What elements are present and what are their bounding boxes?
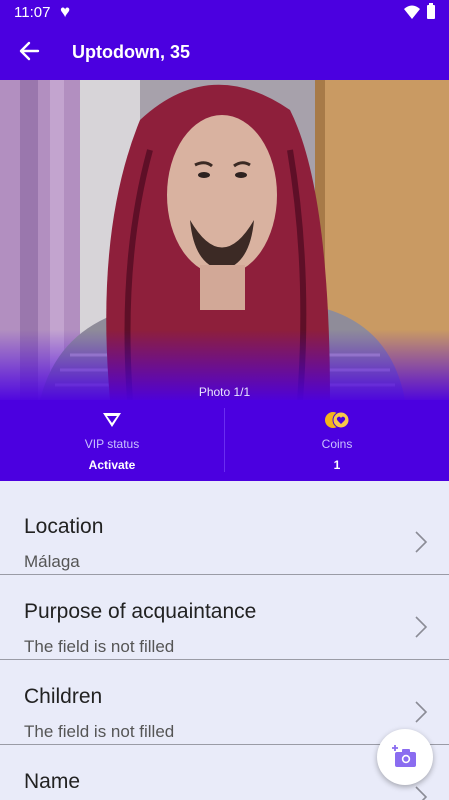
field-purpose[interactable]: Purpose of acquaintance The field is not… [0, 575, 449, 660]
add-photo-camera-icon [392, 745, 416, 767]
profile-photo[interactable]: Photo 1/1 [0, 80, 449, 400]
vip-diamond-icon [103, 413, 121, 427]
back-arrow-icon[interactable] [18, 40, 40, 62]
battery-icon [427, 3, 435, 19]
field-title: Location [24, 515, 104, 538]
wifi-icon [404, 5, 420, 19]
coins-value: 1 [333, 458, 341, 472]
vip-status-value: Activate [88, 458, 136, 472]
field-value: The field is not filled [24, 722, 175, 741]
chevron-right-icon [415, 531, 428, 553]
add-photo-button[interactable] [377, 729, 433, 785]
heart-notification-icon: ♥ [60, 2, 71, 21]
vip-status-button[interactable]: VIP status Activate [0, 400, 224, 481]
coins-label: Coins [321, 437, 353, 451]
field-location[interactable]: Location Málaga [0, 490, 449, 575]
coins-button[interactable]: Coins 1 [225, 400, 449, 481]
field-title: Name [24, 770, 81, 793]
stats-panel: VIP status Activate Coins 1 [0, 400, 449, 481]
status-bar: 11:07 ♥ [0, 0, 449, 26]
status-time: 11:07 [14, 4, 51, 21]
page-title: Uptodown, 35 [72, 42, 190, 62]
field-value: The field is not filled [24, 637, 175, 656]
app-bar: Uptodown, 35 [0, 26, 449, 80]
photo-counter: Photo 1/1 [198, 385, 251, 399]
field-value: Málaga [24, 552, 80, 571]
coins-icon [325, 411, 350, 429]
chevron-right-icon [415, 616, 428, 638]
vip-status-label: VIP status [84, 437, 140, 451]
profile-photo-image [0, 80, 449, 400]
field-title: Purpose of acquaintance [24, 600, 257, 623]
field-title: Children [24, 685, 103, 708]
chevron-right-icon [415, 701, 428, 723]
field-children[interactable]: Children The field is not filled [0, 660, 449, 745]
chevron-right-icon [415, 786, 428, 800]
